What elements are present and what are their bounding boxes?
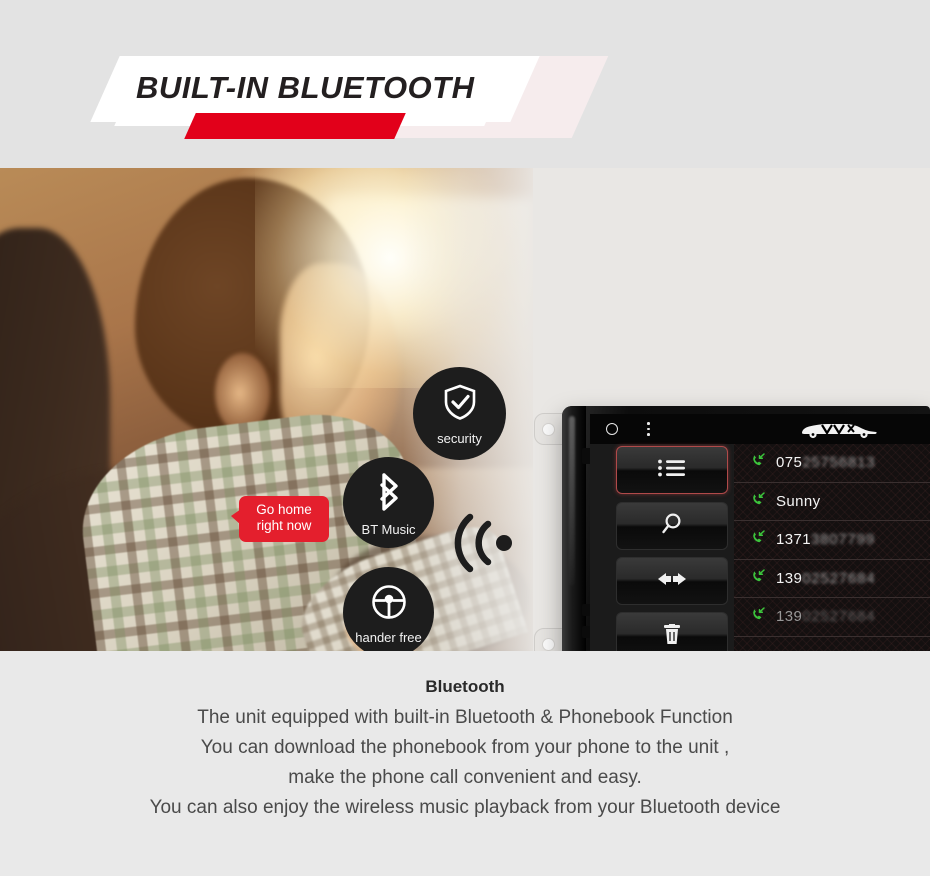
hero-section: Go home right now security BT Music hand… (0, 168, 930, 651)
page-title: BUILT-IN BLUETOOTH (136, 70, 475, 105)
screen-top-bar (590, 414, 930, 444)
bracket-hole (542, 638, 555, 651)
banner-shape-red (184, 113, 406, 139)
car-brand-logo (788, 420, 888, 439)
delete-contact-button[interactable] (616, 612, 728, 651)
feature-badge-security[interactable]: security (413, 367, 506, 460)
phonebook-row[interactable]: 13713807799 (734, 521, 930, 560)
more-vertical-icon[interactable] (647, 422, 651, 437)
description-title: Bluetooth (425, 677, 505, 696)
feature-badge-hands-free[interactable]: hander free (343, 567, 434, 651)
description-section: Bluetooth The unit equipped with built-i… (0, 651, 930, 876)
call-incoming-icon (750, 452, 770, 473)
phonebook-row[interactable]: 13902527684 (734, 598, 930, 637)
call-incoming-icon (750, 568, 770, 589)
bluetooth-icon (343, 472, 434, 517)
description-line: You can download the phonebook from your… (200, 737, 730, 758)
description-body: The unit equipped with built-in Bluetoot… (0, 703, 930, 823)
bracket-hole (542, 423, 555, 436)
phonebook-row[interactable]: 13902527684 (734, 560, 930, 598)
bubble-line-2: right now (256, 518, 312, 533)
function-button-column (590, 444, 734, 651)
stereo-chassis: 07525756813 Sunny 13713807799 1390252768… (562, 406, 930, 651)
phonebook-list-button[interactable] (616, 446, 728, 494)
voice-command-bubble: Go home right now (231, 496, 329, 542)
phonebook-entry-label: 07525756813 (776, 454, 876, 472)
feature-badge-bt-music[interactable]: BT Music (343, 457, 434, 548)
phonebook-entry-label: Sunny (776, 492, 821, 510)
search-contact-button[interactable] (616, 502, 728, 550)
stereo-touchscreen[interactable]: 07525756813 Sunny 13713807799 1390252768… (590, 414, 930, 651)
phonebook-entry-label: 13713807799 (776, 531, 875, 549)
trash-icon (662, 622, 682, 651)
list-icon (657, 458, 687, 483)
bubble-line-1: Go home (256, 502, 312, 517)
call-incoming-icon (750, 529, 770, 550)
call-incoming-icon (750, 491, 770, 512)
feature-label: BT Music (361, 522, 416, 537)
phonebook-row[interactable]: 07525756813 (734, 444, 930, 483)
call-incoming-icon (750, 606, 770, 627)
feature-label: hander free (355, 630, 422, 645)
phonebook-row[interactable]: Sunny (734, 483, 930, 521)
car-stereo-unit: 07525756813 Sunny 13713807799 1390252768… (530, 388, 930, 651)
page-header-banner: BUILT-IN BLUETOOTH (0, 0, 930, 168)
download-phonebook-button[interactable] (616, 557, 728, 605)
description-line: You can also enjoy the wireless music pl… (149, 797, 781, 818)
chassis-highlight (569, 416, 575, 586)
phonebook-list[interactable]: 07525756813 Sunny 13713807799 1390252768… (734, 444, 930, 651)
signal-waves-icon (452, 510, 518, 576)
phonebook-entry-label: 13902527684 (776, 569, 876, 587)
recording-circle-icon[interactable] (606, 423, 618, 435)
sync-plug-icon (656, 571, 688, 592)
shield-check-icon (413, 383, 506, 426)
feature-label: security (437, 431, 482, 446)
description-line: The unit equipped with built-in Bluetoot… (197, 707, 733, 728)
steering-wheel-icon (343, 583, 434, 626)
phonebook-entry-label: 13902527684 (776, 608, 876, 626)
description-line: make the phone call convenient and easy. (288, 767, 642, 788)
search-icon (660, 512, 684, 541)
